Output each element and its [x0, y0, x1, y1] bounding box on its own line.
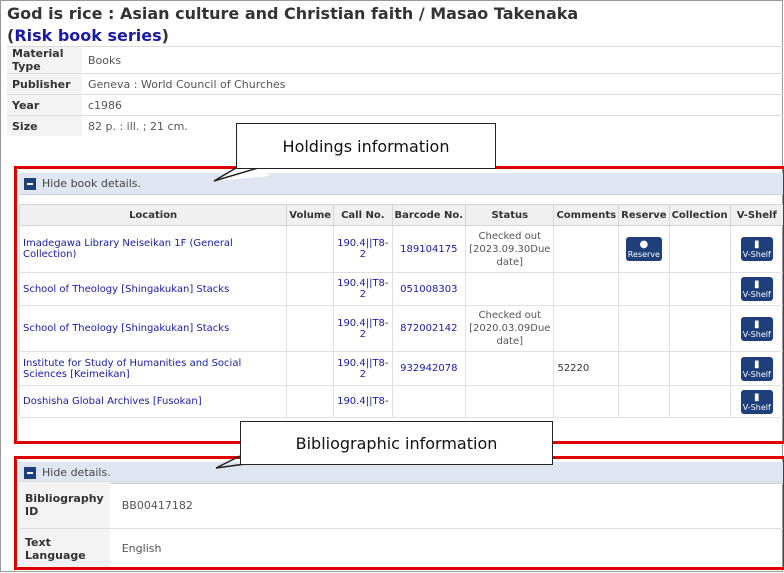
bibliographic-callout: Bibliographic information — [240, 421, 553, 465]
holdings-callout-text: Holdings information — [282, 136, 450, 156]
holdings-callout: Holdings information — [236, 123, 496, 169]
bibliographic-callout-text: Bibliographic information — [295, 433, 498, 453]
callout-tails — [213, 148, 270, 469]
